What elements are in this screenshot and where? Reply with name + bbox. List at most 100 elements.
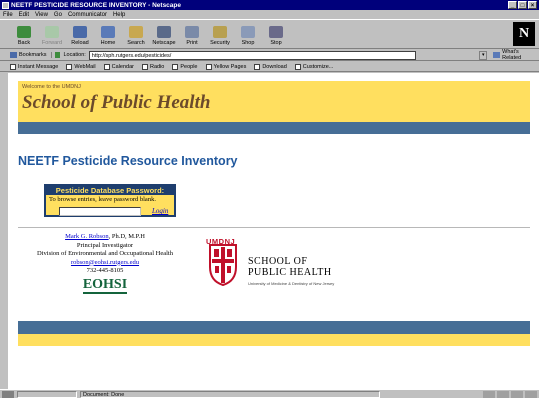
navigator-icon[interactable] (483, 390, 495, 398)
download-button[interactable]: Download (254, 63, 287, 70)
instant-message-button[interactable]: Instant Message (10, 63, 59, 70)
url-dropdown-button[interactable]: ▾ (479, 50, 488, 60)
netscape-icon (157, 26, 171, 38)
navigation-toolbar: Back Forward Reload Home Search Netscape… (0, 19, 539, 49)
bookmark-page-icon (294, 63, 301, 70)
home-label: Home (100, 40, 116, 46)
bookmark-page-icon (66, 63, 73, 70)
contact-credentials: , Ph.D, M.P.H (108, 233, 145, 240)
bookmark-page-icon (141, 63, 148, 70)
contact-name-line: Mark G. Robson, Ph.D, M.P.H (20, 233, 190, 242)
webmail-button[interactable]: WebMail (66, 63, 96, 70)
location-icon (54, 52, 61, 58)
netscape-button[interactable]: Netscape (150, 20, 178, 48)
menu-go[interactable]: Go (54, 12, 62, 18)
location-label: Location: (63, 52, 86, 58)
url-input[interactable]: http://sph.rutgers.edu/pesticides/ (88, 50, 417, 60)
header-banner: Welcome to the UMDNJ School of Public He… (18, 81, 530, 122)
bookmark-page-icon (254, 63, 261, 70)
print-button[interactable]: Print (178, 20, 206, 48)
reload-label: Reload (71, 40, 89, 46)
bookmarks-button[interactable]: Bookmarks (10, 52, 52, 58)
yellow-pages-label: Yellow Pages (213, 63, 247, 70)
stop-icon (269, 26, 283, 38)
menu-edit[interactable]: Edit (19, 12, 29, 18)
umdnj-public-health: PUBLIC HEALTH (248, 267, 332, 278)
contact-phone: 732-445-8105 (86, 267, 124, 274)
component-bar (483, 390, 539, 398)
people-button[interactable]: People (172, 63, 198, 70)
minimize-button[interactable]: _ (508, 1, 517, 9)
password-heading: Pesticide Database Password: (46, 186, 174, 195)
bookmark-page-icon (205, 63, 212, 70)
home-icon (101, 26, 115, 38)
window-controls: _ □ × (508, 1, 539, 9)
security-label: Security (210, 40, 230, 46)
umdnj-university-name: University of Medicine & Dentistry of Ne… (248, 281, 335, 286)
bookmark-icon (10, 52, 17, 58)
forward-button[interactable]: Forward (38, 20, 66, 48)
header-blue-band (18, 122, 530, 134)
search-icon (129, 26, 143, 38)
menu-file[interactable]: File (3, 12, 13, 18)
calendar-label: Calendar (111, 63, 134, 70)
customize-label: Customize... (302, 63, 334, 70)
yellow-pages-button[interactable]: Yellow Pages (205, 63, 247, 70)
stop-button[interactable]: Stop (262, 20, 290, 48)
shop-button[interactable]: Shop (234, 20, 262, 48)
banner-school-title: School of Public Health (22, 92, 211, 113)
whats-related-icon (493, 52, 501, 58)
status-bar: Document: Done (0, 389, 539, 398)
radio-button[interactable]: Radio (141, 63, 165, 70)
login-link[interactable]: Login (152, 207, 168, 215)
password-input[interactable] (59, 207, 141, 216)
home-button[interactable]: Home (94, 20, 122, 48)
contact-role: Principal Investigator (76, 241, 134, 249)
radio-label: Radio (149, 63, 165, 70)
newsgroups-icon[interactable] (511, 390, 523, 398)
back-label: Back (17, 40, 31, 46)
personal-toolbar: Instant Message WebMail Calendar Radio P… (0, 62, 539, 72)
search-button[interactable]: Search (122, 20, 150, 48)
back-button[interactable]: Back (10, 20, 38, 48)
instant-message-label: Instant Message (18, 63, 59, 70)
footer-yellow-band (18, 334, 530, 346)
whats-related-button[interactable]: What's Related (493, 49, 539, 61)
calendar-button[interactable]: Calendar (103, 63, 134, 70)
menu-help[interactable]: Help (113, 12, 125, 18)
mail-icon[interactable] (497, 390, 509, 398)
menu-communicator[interactable]: Communicator (68, 12, 107, 18)
reload-button[interactable]: Reload (66, 20, 94, 48)
contact-name-link[interactable]: Mark G. Robson (65, 233, 109, 240)
password-hint: To browse entries, leave password blank. (49, 196, 156, 203)
status-text: Document: Done (80, 390, 380, 398)
reload-icon (73, 26, 87, 38)
divider (18, 227, 530, 228)
close-button[interactable]: × (528, 1, 537, 9)
forward-label: Forward (41, 40, 63, 46)
netscape-window-icon[interactable] (2, 1, 9, 9)
download-label: Download (262, 63, 287, 70)
instant-message-icon (10, 63, 16, 70)
customize-button[interactable]: Customize... (294, 63, 334, 70)
progress-bar (17, 390, 77, 398)
menu-bar: File Edit View Go Communicator Help (0, 10, 539, 19)
back-arrow-icon (17, 26, 31, 38)
footer-blue-band (18, 321, 530, 334)
menu-view[interactable]: View (35, 12, 48, 18)
stop-label: Stop (270, 40, 282, 46)
left-gutter (0, 73, 8, 389)
contact-email-link[interactable]: robson@eohsi.rutgers.edu (71, 259, 139, 266)
webmail-label: WebMail (74, 63, 96, 70)
umdnj-school-of: SCHOOL OF (248, 256, 308, 267)
contact-division: Division of Environmental and Occupation… (37, 250, 173, 257)
shop-label: Shop (241, 40, 255, 46)
maximize-button[interactable]: □ (518, 1, 527, 9)
password-form: Pesticide Database Password: To browse e… (44, 184, 176, 217)
security-status-icon[interactable] (2, 390, 14, 398)
print-icon (185, 26, 199, 38)
bookmark-page-icon (103, 63, 110, 70)
eohsi-logo[interactable]: EOHSI (82, 277, 128, 294)
composer-icon[interactable] (525, 390, 537, 398)
security-button[interactable]: Security (206, 20, 234, 48)
